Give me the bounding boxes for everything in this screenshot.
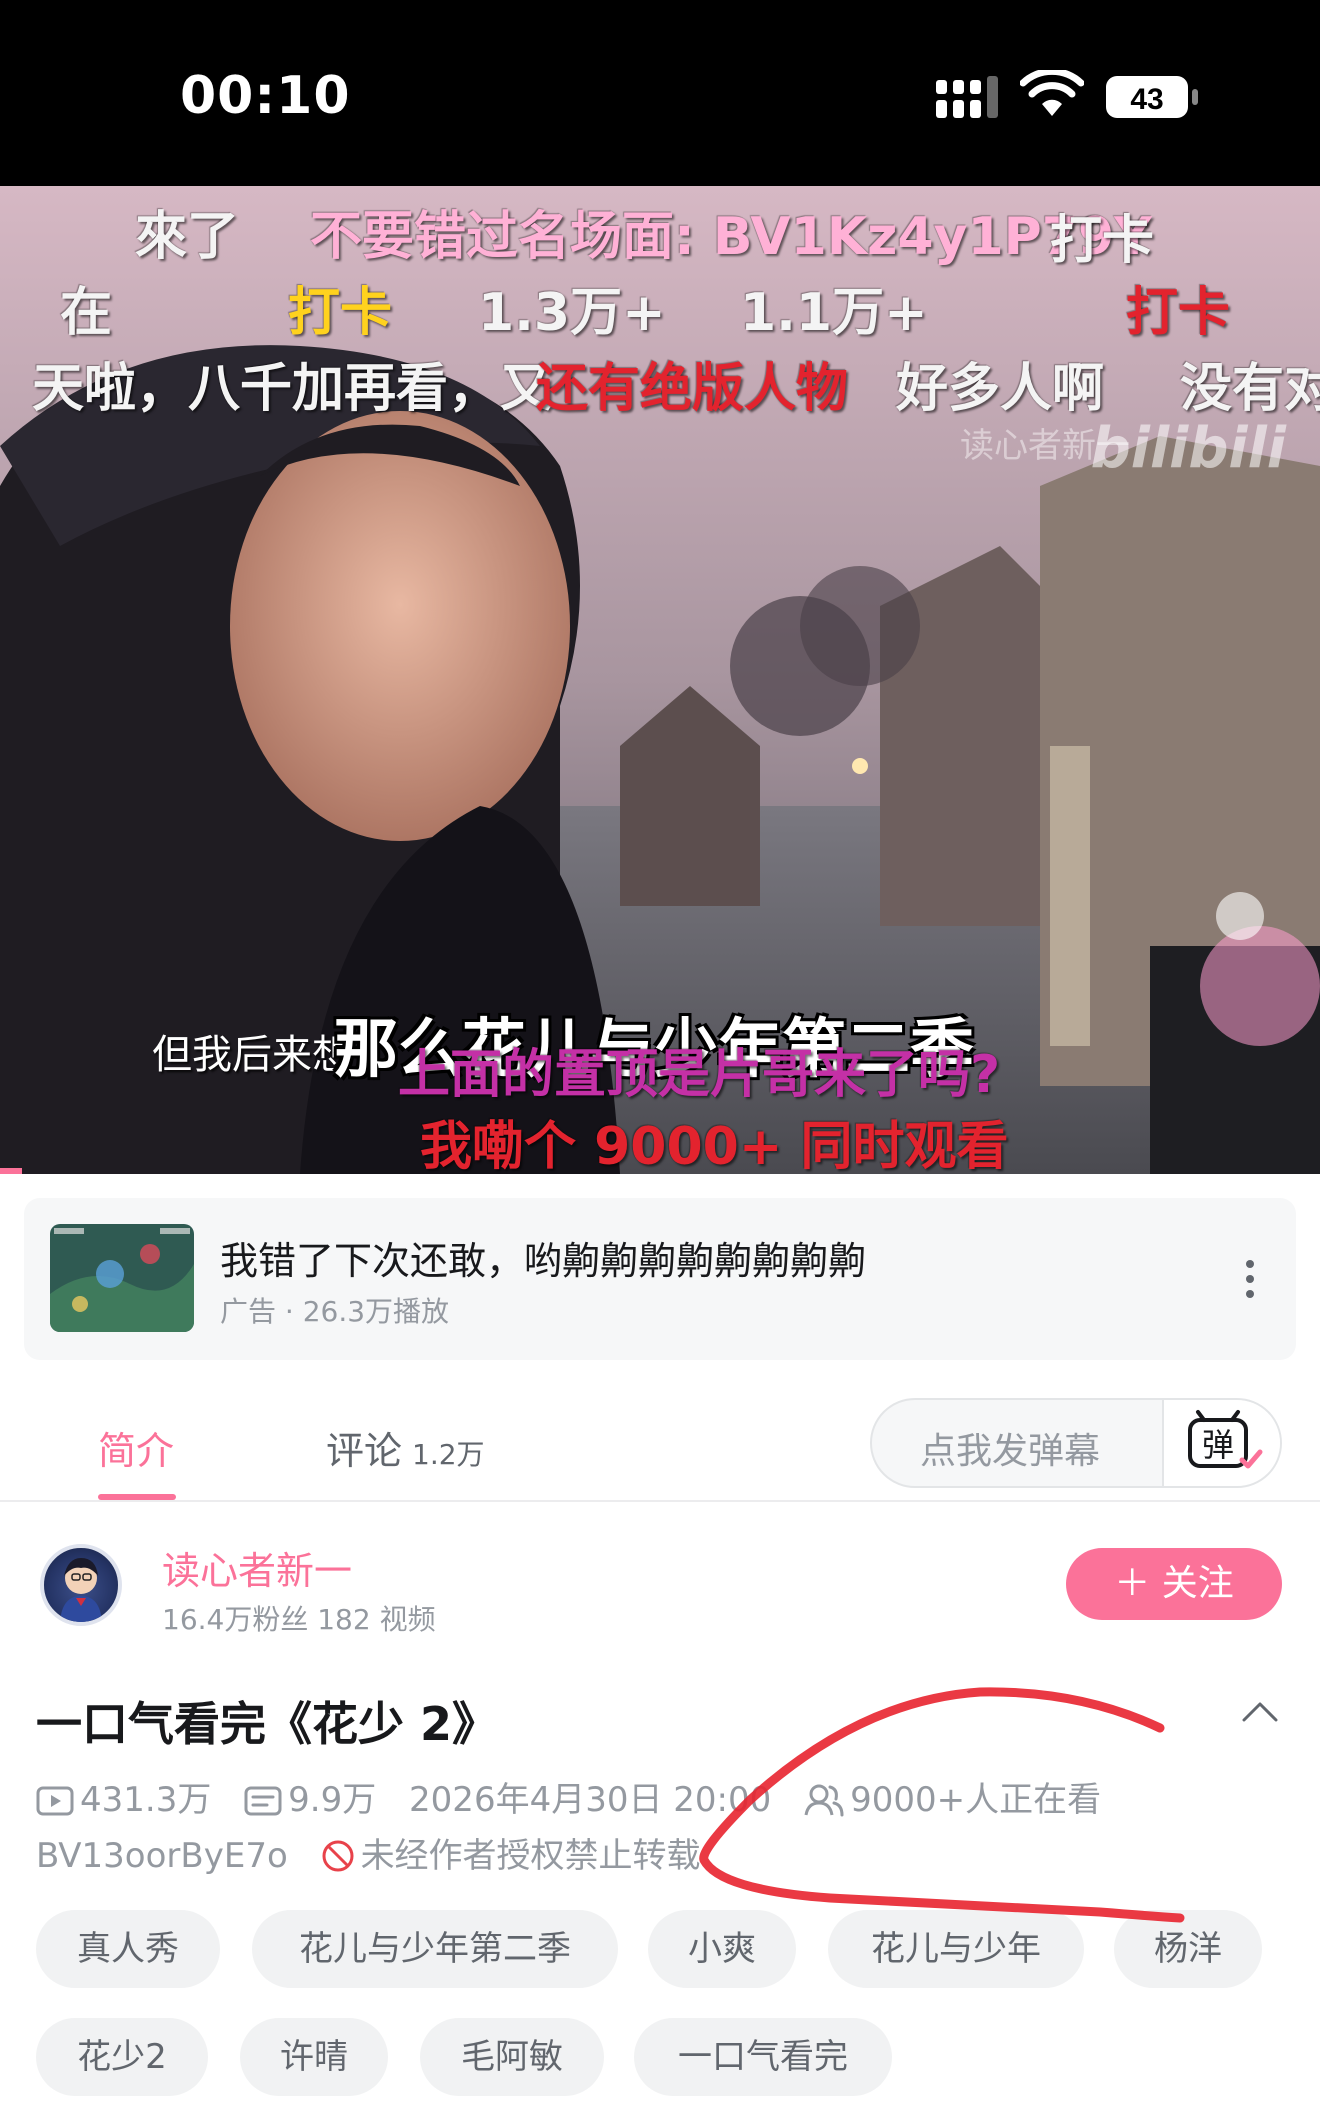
danmaku-input[interactable]: 点我发弹幕 弹 [870, 1398, 1282, 1488]
watching-count: 9000+人正在看 [850, 1780, 1102, 1820]
danmaku-icon: 弹 [1188, 1410, 1263, 1469]
play-count-icon [36, 1786, 74, 1816]
tag-chip[interactable]: 许晴 [240, 2018, 388, 2096]
cellular-signal-icon [936, 76, 998, 118]
battery-icon: 43 [1104, 74, 1200, 120]
danmaku-icon-glyph: 弹 [1202, 1426, 1234, 1464]
video-meta-secondary: BV13oorByE7o 未经作者授权禁止转载 [36, 1828, 701, 1877]
tab-comments-label: 评论 [326, 1429, 403, 1473]
tag-chip[interactable]: 真人秀 [36, 1910, 220, 1988]
tag-chip[interactable]: 一口气看完 [634, 2018, 892, 2096]
wifi-icon [1020, 70, 1084, 116]
danmaku-item: 打卡 [288, 283, 393, 343]
tag-chip[interactable]: 小爽 [648, 1910, 796, 1988]
ad-title: 我错了下次还敢，哟齁齁齁齁齁齁齁齁 [220, 1239, 867, 1283]
uploader-stats: 16.4万粉丝 182 视频 [162, 1603, 436, 1636]
danmaku-item: 在 [60, 283, 113, 343]
uploader-avatar[interactable] [40, 1544, 122, 1626]
tag-chip[interactable]: 花儿与少年 [828, 1910, 1084, 1988]
danmaku-item: 打卡 [1050, 211, 1155, 271]
tab-intro[interactable]: 简介 [98, 1420, 174, 1475]
danmaku-item: 上面的置顶是片哥来了吗? [398, 1045, 1001, 1105]
battery-level: 43 [1130, 83, 1163, 116]
danmaku-item: 没有对 [1180, 359, 1320, 419]
more-options-icon[interactable] [1246, 1260, 1256, 1300]
tag-chip[interactable]: 花儿与少年第二季 [252, 1910, 618, 1988]
follow-button[interactable]: ＋ 关注 [1066, 1548, 1282, 1620]
danmaku-count-icon [244, 1786, 282, 1816]
tab-active-indicator [98, 1494, 176, 1500]
bilibili-logo-watermark: bilibili [1090, 416, 1286, 481]
tag-chip[interactable]: 毛阿敏 [420, 2018, 604, 2096]
video-meta: 431.3万 9.9万 2026年4月30日 20:00 9000+人正在看 [36, 1772, 1101, 1821]
danmaku-item: 好多人啊 [896, 359, 1105, 419]
danmaku-toggle-button[interactable]: 弹 [1162, 1400, 1280, 1486]
status-bar: 00:10 43 [0, 0, 1320, 186]
danmaku-item: 我嘞个 9000+ 同时观看 [420, 1117, 1009, 1174]
danmaku-input-placeholder: 点我发弹幕 [920, 1431, 1101, 1472]
watching-people-icon [804, 1784, 844, 1817]
danmaku-item: 打卡 [1126, 283, 1231, 343]
tab-comments-count: 1.2万 [412, 1438, 485, 1471]
danmaku-count: 9.9万 [288, 1780, 377, 1820]
video-subtitle-small: 但我后来想 [152, 1032, 352, 1078]
repost-notice: 未经作者授权禁止转载 [360, 1836, 701, 1876]
danmaku-item: 还有绝版人物 [536, 359, 849, 419]
ad-subtitle: 广告 · 26.3万播放 [220, 1295, 450, 1328]
uploader-name[interactable]: 读心者新一 [162, 1540, 352, 1595]
status-time: 00:10 [180, 66, 351, 126]
video-player[interactable]: 读心者新一 bilibili 來了 不要错过名场面: BV1Kz4y1P79Y … [0, 186, 1320, 1174]
tag-chip[interactable]: 花少2 [36, 2018, 208, 2096]
ad-thumbnail[interactable] [50, 1224, 194, 1332]
video-title: 一口气看完《花少 2》 [36, 1697, 499, 1751]
danmaku-item: 1.3万+ [478, 283, 666, 343]
danmaku-item: 不要错过名场面: BV1Kz4y1P79Y [310, 207, 1152, 267]
danmaku-item: 1.1万+ [740, 283, 928, 343]
tag-chip[interactable]: 杨洋 [1114, 1910, 1262, 1988]
publish-date: 2026年4月30日 20:00 [409, 1780, 772, 1820]
tab-bar: 简介 评论 1.2万 点我发弹幕 弹 [0, 1384, 1320, 1502]
bvid: BV13oorByE7o [36, 1836, 288, 1876]
video-progress-bar[interactable] [0, 1168, 22, 1174]
chevron-up-icon[interactable] [1240, 1700, 1280, 1724]
danmaku-item: 來了 [135, 207, 240, 267]
danmaku-item: 天啦，八千加再看，又 [32, 359, 553, 419]
ad-card[interactable]: 我错了下次还敢，哟齁齁齁齁齁齁齁齁 广告 · 26.3万播放 [24, 1198, 1296, 1360]
view-count: 431.3万 [80, 1780, 212, 1820]
tab-comments[interactable]: 评论 1.2万 [326, 1420, 485, 1475]
no-repost-icon [322, 1840, 354, 1872]
